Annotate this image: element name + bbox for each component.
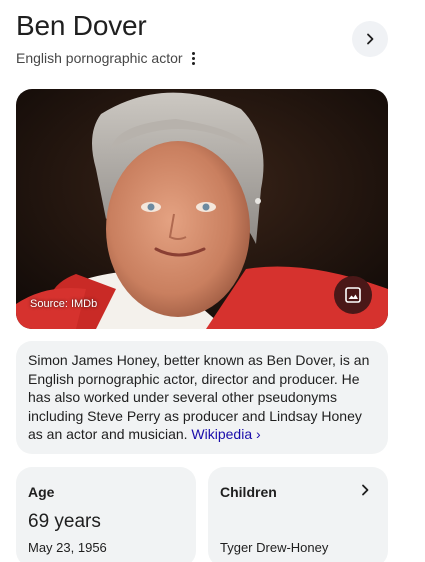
entity-title: Ben Dover [16, 10, 147, 41]
view-images-button[interactable] [334, 276, 372, 314]
more-vert-icon[interactable] [189, 50, 199, 66]
age-value: 69 years [28, 511, 101, 532]
birth-date: May 23, 1956 [28, 540, 107, 555]
age-card: Age 69 years May 23, 1956 [16, 467, 196, 562]
age-label: Age [28, 484, 55, 500]
wikipedia-link[interactable]: Wikipedia › [191, 426, 260, 442]
entity-subtitle: English pornographic actor [16, 50, 183, 66]
children-card[interactable]: Children Tyger Drew-Honey [208, 467, 388, 562]
entity-description: Simon James Honey, better known as Ben D… [16, 341, 388, 454]
next-button[interactable] [352, 21, 388, 57]
image-source-label: Source: IMDb [30, 298, 98, 310]
child-name[interactable]: Tyger Drew-Honey [220, 540, 328, 555]
chevron-right-icon [367, 33, 374, 45]
portrait-image [16, 89, 388, 329]
chevron-right-icon [362, 484, 369, 496]
entity-photo[interactable]: Source: IMDb [16, 89, 388, 329]
children-label: Children [220, 484, 277, 500]
subtitle-row: English pornographic actor [16, 50, 199, 66]
image-icon [345, 287, 361, 303]
